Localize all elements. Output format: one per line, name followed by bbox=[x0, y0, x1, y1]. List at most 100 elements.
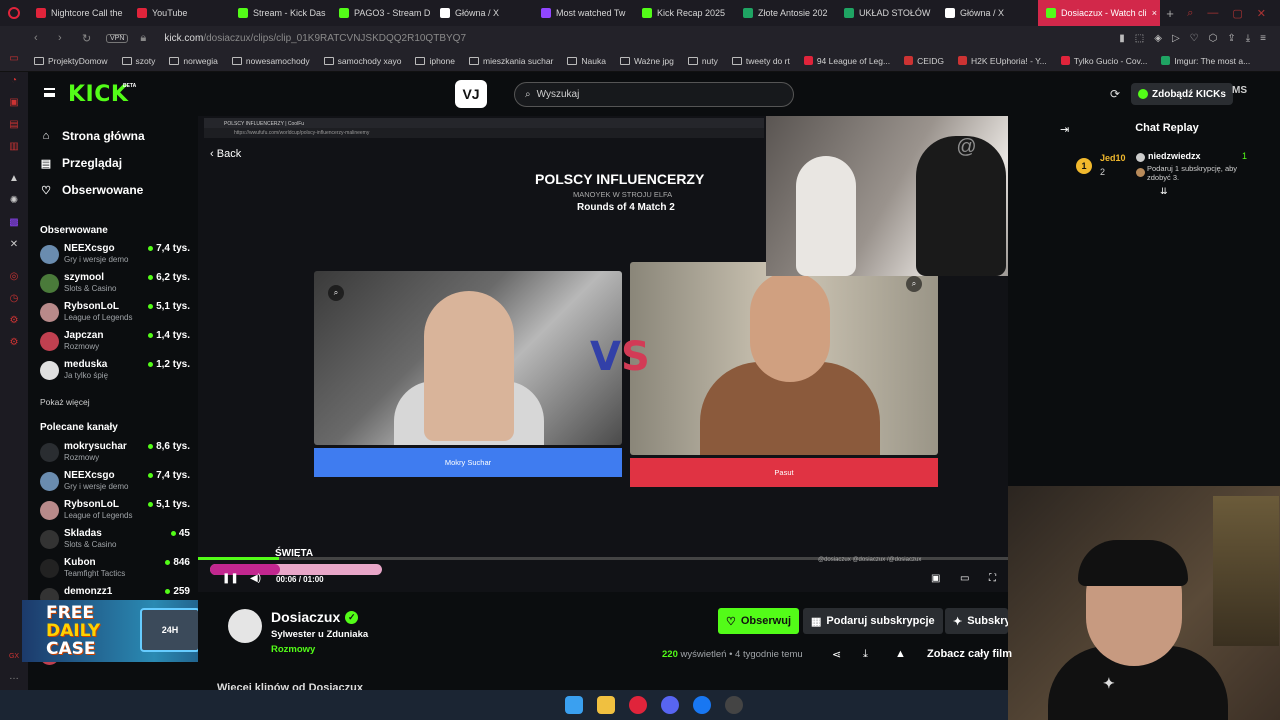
vpn-badge[interactable]: VPN bbox=[106, 33, 129, 43]
nav-home[interactable]: ⌂ Strona główna bbox=[40, 129, 145, 143]
chat-user-1[interactable]: Jed10 bbox=[1100, 153, 1126, 163]
bookmark-item[interactable]: iphone bbox=[415, 56, 455, 66]
file-explorer-icon[interactable] bbox=[597, 696, 615, 714]
bookmark-item[interactable]: norwegia bbox=[169, 56, 218, 66]
browser-tab[interactable]: Główna / X bbox=[937, 0, 1038, 26]
bookmark-item[interactable]: 94 League of Leg... bbox=[803, 56, 890, 66]
windows-start-icon[interactable] bbox=[565, 696, 583, 714]
gear-icon[interactable]: ⚙ bbox=[8, 338, 20, 348]
download-icon[interactable]: ⤓ bbox=[863, 648, 868, 661]
discord-icon[interactable] bbox=[661, 696, 679, 714]
bookmark-item[interactable]: nuty bbox=[687, 56, 718, 66]
url-field[interactable]: kick.com/dosiaczux/clips/clip_01K9RATCVN… bbox=[164, 33, 466, 44]
menu-icon[interactable]: ≡ bbox=[1260, 33, 1266, 44]
clock-icon[interactable]: ◷ bbox=[8, 294, 20, 304]
x-icon[interactable]: ✕ bbox=[8, 240, 20, 250]
subscribe-button[interactable]: ✦ Subskrypcja bbox=[945, 608, 1008, 634]
channel-name[interactable]: Dosiaczux ✓ bbox=[271, 609, 359, 625]
gift-sub-message[interactable]: Podaruj 1 subskrypcję, aby zdobyć 3. bbox=[1147, 164, 1252, 182]
close-window-icon[interactable]: ✕ bbox=[1257, 7, 1266, 20]
opera-logo-icon[interactable] bbox=[0, 0, 28, 26]
search-tabs-icon[interactable]: ⌕ bbox=[1187, 7, 1193, 20]
tabs-icon[interactable]: ▤ bbox=[8, 120, 20, 130]
opera-home-icon[interactable]: ▭ bbox=[8, 54, 20, 64]
show-more-link[interactable]: Pokaż więcej bbox=[40, 397, 90, 407]
history-icon[interactable]: ◎ bbox=[8, 272, 20, 282]
follow-button[interactable]: ♡ Obserwuj bbox=[718, 608, 799, 634]
browser-tab[interactable]: Nightcore Call the bbox=[28, 0, 129, 26]
sidebar-channel[interactable]: szymool Slots & Casino 6,2 tys. bbox=[40, 271, 190, 297]
shield-icon[interactable]: ◈ bbox=[1154, 33, 1162, 44]
play-icon[interactable]: ▷ bbox=[1172, 33, 1180, 44]
new-tab-button[interactable]: + bbox=[1160, 6, 1180, 21]
chatgpt-icon[interactable]: ✺ bbox=[8, 196, 20, 206]
sidebar-channel[interactable]: mokrysuchar Rozmowy 8,6 tys. bbox=[40, 440, 190, 466]
sidebar-channel[interactable]: NEEXcsgo Gry i wersje demo 7,4 tys. bbox=[40, 242, 190, 268]
gift-subs-button[interactable]: ▦ Podaruj subskrypcje bbox=[803, 608, 943, 634]
bookmark-item[interactable]: szoty bbox=[121, 56, 155, 66]
twitch-icon[interactable]: ▩ bbox=[8, 218, 20, 228]
wallet-icon[interactable]: ▣ bbox=[8, 98, 20, 108]
download-icon[interactable]: ⤓ bbox=[1246, 33, 1250, 44]
browser-tab[interactable]: PAGO3 - Stream D bbox=[331, 0, 432, 26]
forward-icon[interactable]: › bbox=[58, 32, 70, 44]
browser-tab[interactable]: Kick Recap 2025 bbox=[634, 0, 735, 26]
sidebar-channel[interactable]: meduska Ja tylko śpię 1,2 tys. bbox=[40, 358, 190, 384]
bookmark-item[interactable]: Nauka bbox=[567, 56, 606, 66]
browser-tab[interactable]: UKŁAD STOŁÓW bbox=[836, 0, 937, 26]
minimize-icon[interactable]: — bbox=[1207, 7, 1218, 20]
maximize-icon[interactable]: ▢ bbox=[1232, 7, 1242, 20]
refresh-icon[interactable]: ⟳ bbox=[1110, 87, 1120, 101]
share-icon[interactable]: ⇪ bbox=[1227, 33, 1235, 44]
notes-icon[interactable]: ▥ bbox=[8, 142, 20, 152]
watch-full-video-link[interactable]: Zobacz cały film bbox=[927, 648, 1012, 660]
hamburger-menu-icon[interactable] bbox=[44, 88, 55, 97]
expand-chat-icon[interactable]: ⇊ bbox=[1160, 186, 1168, 197]
browser-tab[interactable]: Złote Antosie 202 bbox=[735, 0, 836, 26]
opera-taskbar-icon[interactable] bbox=[629, 696, 647, 714]
nav-following[interactable]: ♡ Obserwowane bbox=[40, 183, 143, 197]
screenshot-icon[interactable]: ⬚ bbox=[1135, 33, 1144, 44]
bookmark-item[interactable]: H2K EUphoria! - Y... bbox=[958, 56, 1047, 66]
more-icon[interactable]: … bbox=[8, 672, 20, 682]
steam-icon[interactable] bbox=[725, 696, 743, 714]
bookmark-item[interactable]: Imgur: The most a... bbox=[1161, 56, 1250, 66]
browser-tab[interactable]: YouTube bbox=[129, 0, 230, 26]
bookmark-item[interactable]: CEIDG bbox=[904, 56, 944, 66]
volume-icon[interactable]: ◀) bbox=[250, 573, 261, 584]
browser-tab[interactable]: Stream - Kick Das bbox=[230, 0, 331, 26]
close-tab-icon[interactable]: × bbox=[1152, 8, 1157, 18]
browser-tab[interactable]: Główna / X bbox=[432, 0, 533, 26]
sidebar-channel[interactable]: Skladas Slots & Casino 45 bbox=[40, 527, 190, 553]
kick-logo[interactable]: KICK bbox=[68, 82, 128, 107]
channel-avatar[interactable] bbox=[228, 609, 262, 643]
bookmark-item[interactable]: ProjektyDomow bbox=[34, 56, 108, 66]
gx-icon[interactable]: GX bbox=[8, 652, 20, 662]
sidebar-channel[interactable]: Japczan Rozmowy 1,4 tys. bbox=[40, 329, 190, 355]
bookmark-item[interactable]: mieszkania suchar bbox=[469, 56, 553, 66]
nav-browse[interactable]: ▤ Przeglądaj bbox=[40, 156, 122, 170]
messenger-icon[interactable] bbox=[693, 696, 711, 714]
channel-category[interactable]: Rozmowy bbox=[271, 644, 315, 655]
video-player[interactable]: POLSCY INFLUENCERZY | CoolFu https://wwu… bbox=[198, 116, 1008, 592]
browser-tab[interactable]: Most watched Tw bbox=[533, 0, 634, 26]
browser-tab[interactable]: Dosiaczux - Watch cli × bbox=[1038, 0, 1160, 26]
bookmark-item[interactable]: nowesamochody bbox=[231, 56, 310, 66]
reload-icon[interactable]: ↻ bbox=[82, 32, 94, 45]
theater-mode-icon[interactable]: ▭ bbox=[960, 573, 969, 584]
bookmark-item[interactable]: samochody xayo bbox=[323, 56, 401, 66]
ai-icon[interactable]: ◔ bbox=[8, 76, 20, 86]
bookmark-item[interactable]: Tylko Gucio - Cov... bbox=[1060, 56, 1147, 66]
bookmark-item[interactable]: Ważne jpg bbox=[619, 56, 674, 66]
sidebar-channel[interactable]: RybsonLoL League of Legends 5,1 tys. bbox=[40, 300, 190, 326]
fullscreen-icon[interactable]: ⛶ bbox=[989, 573, 996, 584]
workspace-icon[interactable]: ▲ bbox=[8, 174, 20, 184]
get-kicks-button[interactable]: Zdobądź KICKs bbox=[1131, 83, 1233, 105]
extensions-icon[interactable]: ⬡ bbox=[1209, 33, 1218, 44]
sidebar-channel[interactable]: Kubon Teamfight Tactics 846 bbox=[40, 556, 190, 582]
heart-icon[interactable]: ♡ bbox=[1190, 33, 1199, 44]
sidebar-channel[interactable]: RybsonLoL League of Legends 5,1 tys. bbox=[40, 498, 190, 524]
settings-small-icon[interactable]: ⚙ bbox=[8, 316, 20, 326]
sidebar-channel[interactable]: NEEXcsgo Gry i wersje demo 7,4 tys. bbox=[40, 469, 190, 495]
search-input[interactable]: ⌕ Wyszukaj bbox=[514, 82, 794, 107]
